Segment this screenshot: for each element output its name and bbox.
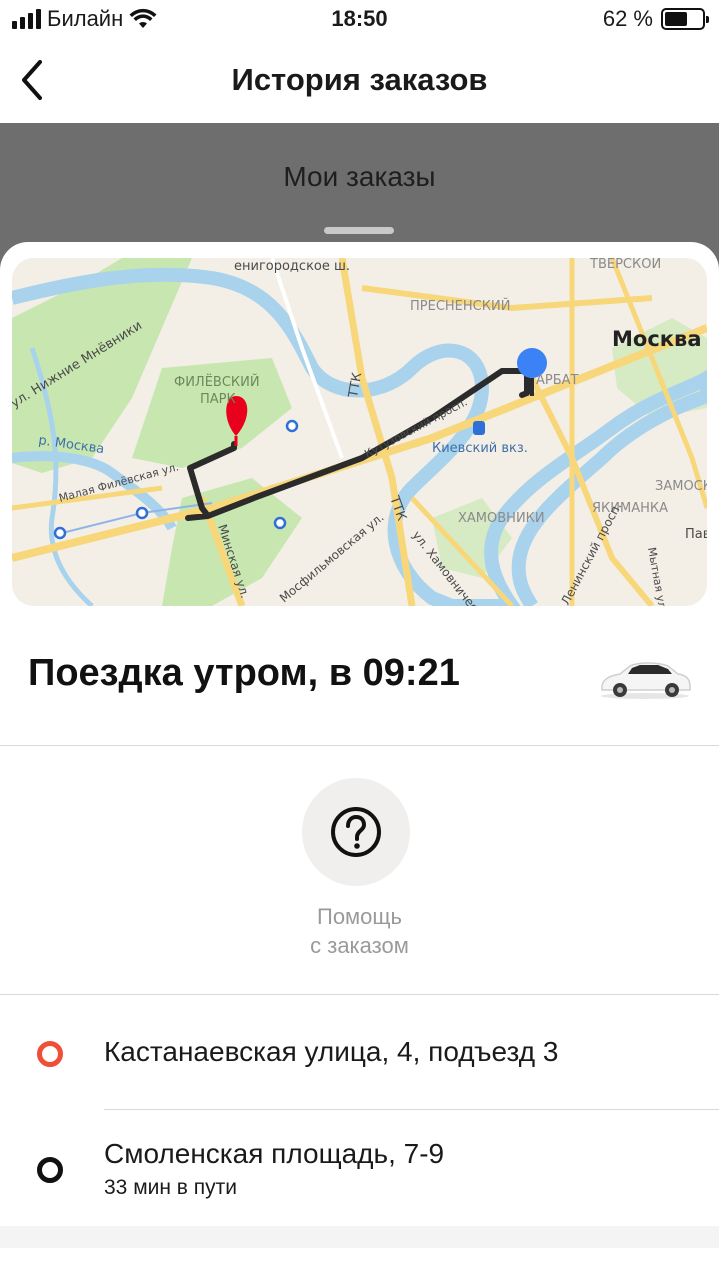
metro-station-icon (285, 419, 299, 433)
order-details-sheet: енигородское ш. ТВЕРСКОЙ ПРЕСНЕНСКИЙ Мос… (0, 242, 719, 1280)
trip-title: Поездка утром, в 09:21 (28, 652, 460, 694)
divider (0, 994, 719, 995)
pickup-point-icon (37, 1041, 63, 1067)
nav-bar: История заказов (0, 40, 719, 123)
help-label[interactable]: Помощь с заказом (0, 902, 719, 960)
help-label-line2: с заказом (310, 933, 409, 958)
status-bar: Билайн 18:50 62 % (0, 0, 719, 40)
destination-point-icon (37, 1157, 63, 1183)
car-icon (598, 660, 692, 700)
map-label: ПАРК (200, 392, 236, 407)
help-label-line1: Помощь (317, 904, 402, 929)
metro-station-icon (273, 516, 287, 530)
destination-address: Смоленская площадь, 7-9 (104, 1138, 445, 1169)
map-label: Москва (612, 327, 702, 351)
question-icon (331, 807, 381, 857)
map-label: ХАМОВНИКИ (458, 511, 545, 526)
sheet-grabber[interactable] (324, 227, 394, 234)
map-label: ФИЛЁВСКИЙ (174, 374, 260, 390)
map-label: енигородское ш. (234, 259, 350, 274)
divider (0, 745, 719, 746)
status-right: 62 % (602, 6, 709, 32)
map-label: Пав (685, 527, 707, 542)
backdrop-title: Мои заказы (283, 161, 436, 192)
route-separator (104, 1109, 719, 1110)
metro-station-icon (135, 506, 149, 520)
railway-station-icon (473, 421, 485, 435)
help-button[interactable] (302, 778, 410, 886)
map-label: Киевский вкз. (432, 441, 528, 456)
battery-percent: 62 % (602, 6, 653, 31)
route-map[interactable]: енигородское ш. ТВЕРСКОЙ ПРЕСНЕНСКИЙ Мос… (12, 258, 707, 606)
battery-icon (661, 8, 709, 30)
map-canvas: енигородское ш. ТВЕРСКОЙ ПРЕСНЕНСКИЙ Мос… (12, 258, 707, 606)
map-label: АРБАТ (536, 373, 579, 388)
trip-duration: 33 мин в пути (104, 1176, 238, 1199)
bottom-strip (0, 1226, 719, 1248)
map-label: ЗАМОСК (655, 479, 707, 494)
page-title: История заказов (231, 62, 488, 97)
map-label: ТВЕРСКОЙ (589, 258, 661, 272)
map-label: ЯКИМАНКА (592, 501, 668, 516)
map-label: ПРЕСНЕНСКИЙ (410, 298, 510, 314)
metro-station-icon (53, 526, 67, 540)
pickup-address: Кастанаевская улица, 4, подъезд 3 (104, 1036, 559, 1067)
